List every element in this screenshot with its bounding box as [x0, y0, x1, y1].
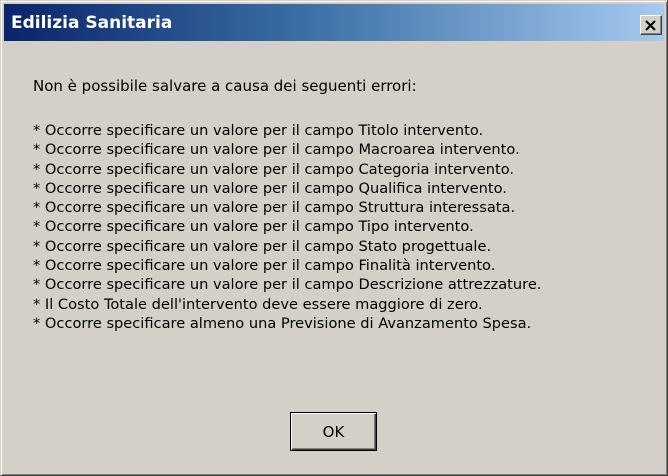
error-item: * Occorre specificare un valore per il c…: [33, 199, 516, 217]
close-button[interactable]: [640, 15, 662, 35]
error-dialog: Edilizia Sanitaria Non è possibile salva…: [0, 0, 668, 476]
error-item: * Il Costo Totale dell'intervento deve e…: [33, 295, 483, 313]
error-item: * Occorre specificare un valore per il c…: [33, 179, 507, 197]
error-item: * Occorre specificare un valore per il c…: [33, 218, 474, 236]
error-item: * Occorre specificare almeno una Previsi…: [33, 314, 532, 332]
error-item: * Occorre specificare un valore per il c…: [33, 237, 492, 255]
error-intro-text: Non è possibile salvare a causa dei segu…: [33, 77, 417, 95]
error-item: * Occorre specificare un valore per il c…: [33, 257, 496, 275]
error-item: * Occorre specificare un valore per il c…: [33, 141, 520, 159]
error-item: * Occorre specificare un valore per il c…: [33, 276, 542, 294]
error-item: * Occorre specificare un valore per il c…: [33, 122, 484, 139]
ok-button[interactable]: OK: [290, 412, 377, 451]
title-bar[interactable]: Edilizia Sanitaria: [4, 4, 664, 41]
error-item: * Occorre specificare un valore per il c…: [33, 160, 515, 178]
window-title: Edilizia Sanitaria: [11, 12, 173, 33]
error-list: * Occorre specificare un valore per il c…: [33, 121, 541, 333]
close-x-icon: [645, 19, 657, 31]
message-area: Non è possibile salvare a causa dei segu…: [33, 77, 659, 332]
